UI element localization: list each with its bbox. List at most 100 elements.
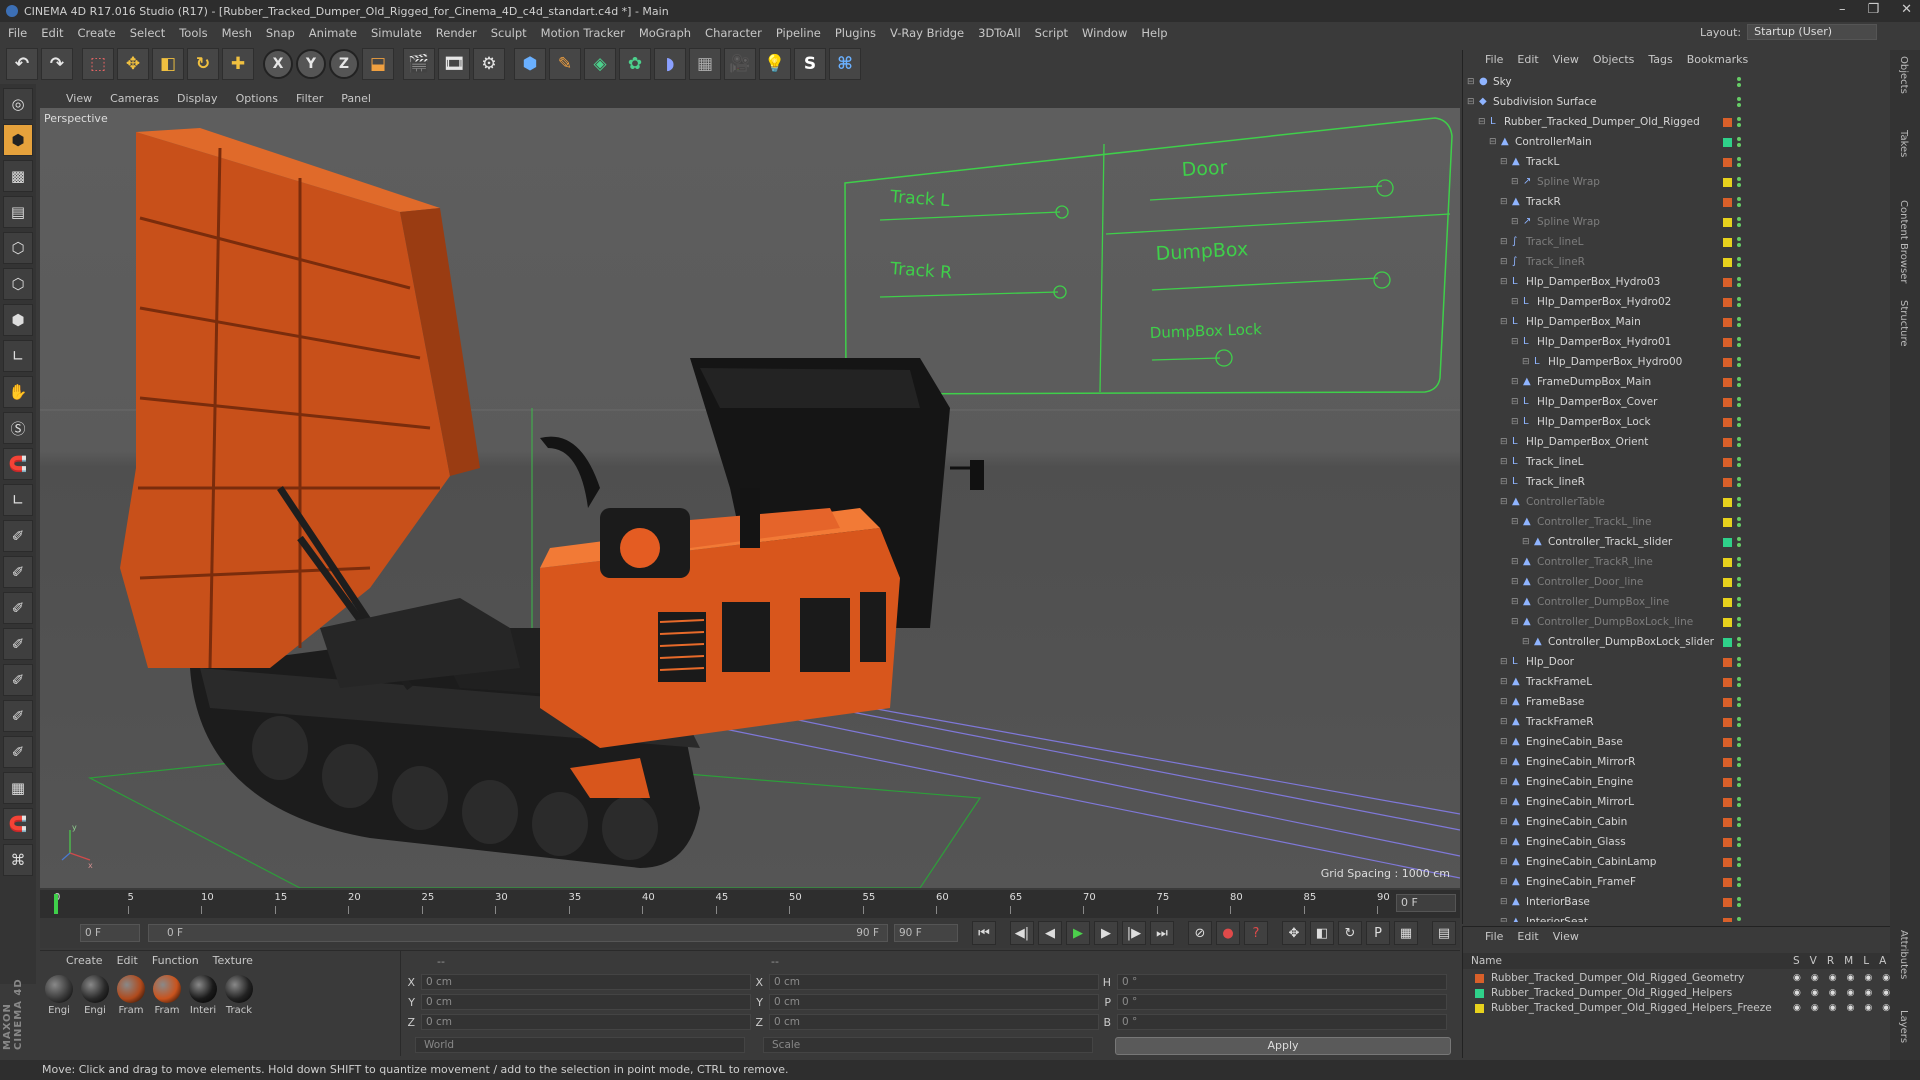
expand-toggle-icon[interactable]: ⊟ xyxy=(1500,497,1508,507)
layer-color-swatch[interactable] xyxy=(1723,357,1732,367)
object-menu-view[interactable]: View xyxy=(1553,53,1579,66)
menu-v-ray-bridge[interactable]: V-Ray Bridge xyxy=(890,26,964,40)
render-dot-icon[interactable] xyxy=(1737,483,1741,487)
expand-toggle-icon[interactable]: ⊟ xyxy=(1511,417,1519,427)
object-row[interactable]: ⊟ ▲ Controller_DumpBoxLock_line xyxy=(1463,612,1891,632)
visibility-dot-icon[interactable] xyxy=(1737,297,1741,301)
start-frame-field[interactable]: 0 F xyxy=(80,924,140,942)
minimize-icon[interactable]: – xyxy=(1839,2,1846,17)
expand-toggle-icon[interactable]: ⊟ xyxy=(1500,717,1508,727)
visibility-dot-icon[interactable] xyxy=(1737,137,1741,141)
timeline-window-icon[interactable]: ▤ xyxy=(1432,921,1456,945)
layer-color-swatch[interactable] xyxy=(1723,177,1732,187)
magnet-tool-icon[interactable]: 🧲 xyxy=(3,808,33,840)
visibility-dot-icon[interactable] xyxy=(1737,457,1741,461)
deformer-icon[interactable]: ◗ xyxy=(654,48,686,80)
layer-color-swatch[interactable] xyxy=(1723,817,1732,827)
goto-start-icon[interactable]: ⏮ xyxy=(972,921,996,945)
expand-toggle-icon[interactable]: ⊟ xyxy=(1500,477,1508,487)
viewport-menu-display[interactable]: Display xyxy=(177,92,218,105)
layer-color-swatch[interactable] xyxy=(1723,777,1732,787)
expand-toggle-icon[interactable]: ⊟ xyxy=(1511,337,1519,347)
apply-button[interactable]: Apply xyxy=(1115,1037,1451,1055)
visibility-dot-icon[interactable] xyxy=(1737,657,1741,661)
layer-color-swatch[interactable] xyxy=(1723,577,1732,587)
coordinate-space-dropdown[interactable]: World xyxy=(415,1037,745,1053)
object-row[interactable]: ⊟ ▲ Controller_TrackL_slider xyxy=(1463,532,1891,552)
layer-color-swatch[interactable] xyxy=(1723,537,1732,547)
menu-render[interactable]: Render xyxy=(436,26,477,40)
menu-script[interactable]: Script xyxy=(1035,26,1068,40)
edges-mode-icon[interactable]: ⬡ xyxy=(3,268,33,300)
expand-toggle-icon[interactable]: ⊟ xyxy=(1500,157,1508,167)
manager-icon[interactable]: ◉ xyxy=(1847,988,1855,998)
menu-help[interactable]: Help xyxy=(1141,26,1167,40)
grid-icon[interactable]: ▦ xyxy=(3,772,33,804)
object-row[interactable]: ⊟ ▲ FrameDumpBox_Main xyxy=(1463,372,1891,392)
object-row[interactable]: ⊟ ▲ EngineCabin_Cabin xyxy=(1463,812,1891,832)
object-row[interactable]: ⊟ ▲ EngineCabin_CabinLamp xyxy=(1463,852,1891,872)
light-icon[interactable]: 💡 xyxy=(759,48,791,80)
y-axis-lock-button[interactable]: Y xyxy=(296,49,326,79)
visibility-dot-icon[interactable] xyxy=(1737,597,1741,601)
material-menu-texture[interactable]: Texture xyxy=(213,954,253,967)
layer-color-swatch[interactable] xyxy=(1723,757,1732,767)
menu-simulate[interactable]: Simulate xyxy=(371,26,422,40)
next-frame-icon[interactable]: ▶ xyxy=(1094,921,1118,945)
object-row[interactable]: ⊟ ▲ EngineCabin_Base xyxy=(1463,732,1891,752)
menu-motion-tracker[interactable]: Motion Tracker xyxy=(541,26,625,40)
render-dot-icon[interactable] xyxy=(1737,403,1741,407)
model-mode-icon[interactable]: ⬢ xyxy=(3,124,33,156)
object-row[interactable]: ⊟ ▲ TrackFrameR xyxy=(1463,712,1891,732)
layer-color-swatch[interactable] xyxy=(1723,277,1732,287)
menu-plugins[interactable]: Plugins xyxy=(835,26,876,40)
layer-color-swatch[interactable] xyxy=(1723,197,1732,207)
visibility-dot-icon[interactable] xyxy=(1737,557,1741,561)
render-dot-icon[interactable] xyxy=(1737,783,1741,787)
render-settings-icon[interactable]: ⚙ xyxy=(473,48,505,80)
render-dot-icon[interactable] xyxy=(1737,443,1741,447)
visibility-dot-icon[interactable] xyxy=(1737,877,1741,881)
expand-toggle-icon[interactable]: ⊟ xyxy=(1511,297,1519,307)
visibility-dot-icon[interactable] xyxy=(1737,77,1741,81)
render-icon[interactable]: ◉ xyxy=(1829,973,1837,983)
size-x-field[interactable]: 0 cm xyxy=(769,974,1099,990)
render-dot-icon[interactable] xyxy=(1737,263,1741,267)
render-dot-icon[interactable] xyxy=(1737,903,1741,907)
live-selection-icon[interactable]: ⬚ xyxy=(82,48,114,80)
object-row[interactable]: ⊟ ▲ EngineCabin_Glass xyxy=(1463,832,1891,852)
python-icon[interactable]: ⌘ xyxy=(829,48,861,80)
smooth-brush-icon[interactable]: ✐ xyxy=(3,592,33,624)
visibility-dot-icon[interactable] xyxy=(1737,637,1741,641)
expand-toggle-icon[interactable]: ⊟ xyxy=(1500,257,1508,267)
expand-toggle-icon[interactable]: ⊟ xyxy=(1511,557,1519,567)
menu-create[interactable]: Create xyxy=(78,26,116,40)
menu-tools[interactable]: Tools xyxy=(179,26,207,40)
floor-icon[interactable]: ▦ xyxy=(689,48,721,80)
render-dot-icon[interactable] xyxy=(1737,123,1741,127)
layer-color-swatch[interactable] xyxy=(1723,417,1732,427)
expand-toggle-icon[interactable]: ⊟ xyxy=(1500,817,1508,827)
render-picture-viewer-icon[interactable]: 🎞 xyxy=(438,48,470,80)
render-view-icon[interactable]: 🎬 xyxy=(403,48,435,80)
magnet-icon[interactable]: 🧲 xyxy=(3,448,33,480)
manager-icon[interactable]: ◉ xyxy=(1847,1003,1855,1013)
visibility-dot-icon[interactable] xyxy=(1737,357,1741,361)
expand-toggle-icon[interactable]: ⊟ xyxy=(1500,797,1508,807)
expand-toggle-icon[interactable]: ⊟ xyxy=(1500,857,1508,867)
render-dot-icon[interactable] xyxy=(1737,623,1741,627)
object-row[interactable]: ⊟ L Rubber_Tracked_Dumper_Old_Rigged xyxy=(1463,112,1891,132)
play-icon[interactable]: ▶ xyxy=(1066,921,1090,945)
render-dot-icon[interactable] xyxy=(1737,543,1741,547)
layer-color-swatch[interactable] xyxy=(1723,397,1732,407)
object-row[interactable]: ⊟ L Hlp_DamperBox_Hydro00 xyxy=(1463,352,1891,372)
object-row[interactable]: ⊟ L Hlp_DamperBox_Cover xyxy=(1463,392,1891,412)
render-dot-icon[interactable] xyxy=(1737,243,1741,247)
render-dot-icon[interactable] xyxy=(1737,803,1741,807)
expand-toggle-icon[interactable]: ⊟ xyxy=(1478,117,1486,127)
pos-y-field[interactable]: 0 cm xyxy=(421,994,751,1010)
layer-color-swatch[interactable] xyxy=(1723,237,1732,247)
expand-toggle-icon[interactable]: ⊟ xyxy=(1500,737,1508,747)
perspective-viewport[interactable]: Track L Track R Door DumpBox DumpBox Loc… xyxy=(40,108,1460,888)
layer-color-swatch[interactable] xyxy=(1723,737,1732,747)
